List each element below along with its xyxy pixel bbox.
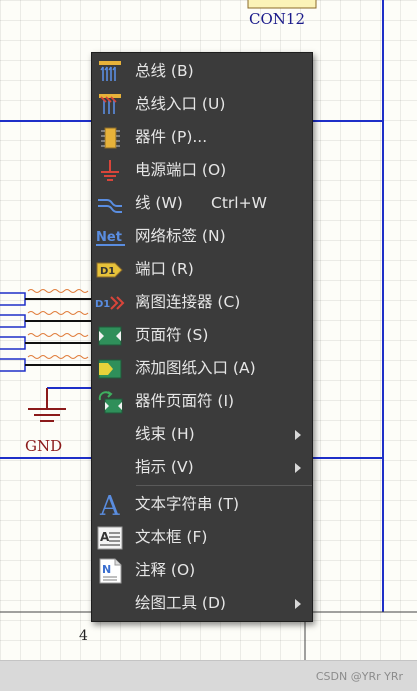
con12-label: CON12 (249, 10, 305, 28)
menu-label: 线 (W) (135, 194, 183, 212)
menu-label: 绘图工具 (D) (135, 594, 226, 612)
status-bar: CSDN @YRr YRr (0, 660, 417, 691)
sheet-symbol-icon (95, 322, 125, 349)
menu-item-power-port[interactable]: 电源端口 (O) (92, 154, 312, 187)
menu-item-sheet-entry[interactable]: 添加图纸入口 (A) (92, 352, 312, 385)
menu-label: 总线入口 (U) (135, 95, 226, 113)
menu-label: 指示 (V) (135, 458, 194, 476)
menu-item-directives[interactable]: 指示 (V) (92, 451, 312, 484)
menu-label: 总线 (B) (135, 62, 194, 80)
menu-item-bus[interactable]: 总线 (B) (92, 55, 312, 88)
wire-icon (95, 190, 125, 217)
chevron-right-icon (295, 463, 301, 473)
menu-item-sheet-symbol[interactable]: 页面符 (S) (92, 319, 312, 352)
device-sheet-symbol-icon (95, 388, 125, 415)
menu-item-device-sheet-symbol[interactable]: 器件页面符 (I) (92, 385, 312, 418)
menu-item-port[interactable]: D1 端口 (R) (92, 253, 312, 286)
menu-item-text-frame[interactable]: A 文本框 (F) (92, 521, 312, 554)
chevron-right-icon (295, 599, 301, 609)
menu-label: 网络标签 (N) (135, 227, 226, 245)
menu-label: 器件 (P)... (135, 128, 208, 146)
svg-text:D1: D1 (95, 299, 110, 310)
chevron-right-icon (295, 430, 301, 440)
menu-item-bus-entry[interactable]: 总线入口 (U) (92, 88, 312, 121)
menu-item-net-label[interactable]: Net 网络标签 (N) (92, 220, 312, 253)
menu-item-off-sheet-connector[interactable]: D1 离图连接器 (C) (92, 286, 312, 319)
svg-text:A: A (99, 491, 120, 520)
net-label-icon: Net (95, 223, 125, 250)
menu-item-wire[interactable]: 线 (W) Ctrl+W (92, 187, 312, 220)
con12-part-body (247, 0, 317, 9)
note-icon: N (95, 557, 125, 584)
watermark-text: CSDN @YRr YRr (315, 670, 403, 683)
off-sheet-connector-icon: D1 (95, 289, 125, 316)
svg-text:D1: D1 (100, 266, 115, 277)
menu-item-text-string[interactable]: A 文本字符串 (T) (92, 488, 312, 521)
menu-label: 添加图纸入口 (A) (135, 359, 256, 377)
menu-label: 页面符 (S) (135, 326, 209, 344)
sheet-number: 4 (79, 628, 88, 644)
menu-item-part[interactable]: 器件 (P)... (92, 121, 312, 154)
menu-item-note[interactable]: N 注释 (O) (92, 554, 312, 587)
menu-label: 文本字符串 (T) (135, 495, 239, 513)
bus-entry-icon (95, 91, 125, 118)
menu-label: 离图连接器 (C) (135, 293, 241, 311)
port-icon: D1 (95, 256, 125, 283)
part-icon (95, 124, 125, 151)
menu-item-harness[interactable]: 线束 (H) (92, 418, 312, 451)
text-string-icon: A (95, 491, 125, 520)
sheet-entry-icon (95, 355, 125, 382)
power-port-icon (95, 157, 125, 184)
menu-label: 线束 (H) (135, 425, 195, 443)
svg-text:N: N (102, 563, 111, 576)
bus-icon (95, 58, 125, 85)
menu-label: 电源端口 (O) (135, 161, 227, 179)
menu-label: 端口 (R) (135, 260, 194, 278)
menu-label: 文本框 (F) (135, 528, 208, 546)
menu-item-drawing-tools[interactable]: 绘图工具 (D) (92, 587, 312, 620)
svg-text:A: A (100, 530, 110, 544)
menu-shortcut: Ctrl+W (211, 194, 267, 212)
menu-label: 注释 (O) (135, 561, 196, 579)
gnd-label: GND (25, 437, 63, 455)
menu-label: 器件页面符 (I) (135, 392, 235, 410)
place-context-menu: 总线 (B) 总线入口 (U) 器件 (P)... 电源端口 (O) 线 (W)… (91, 52, 313, 622)
left-connectors (0, 289, 91, 372)
text-frame-icon: A (95, 524, 125, 551)
gnd-symbol (28, 387, 91, 422)
svg-text:Net: Net (96, 230, 122, 245)
menu-separator (136, 485, 312, 486)
